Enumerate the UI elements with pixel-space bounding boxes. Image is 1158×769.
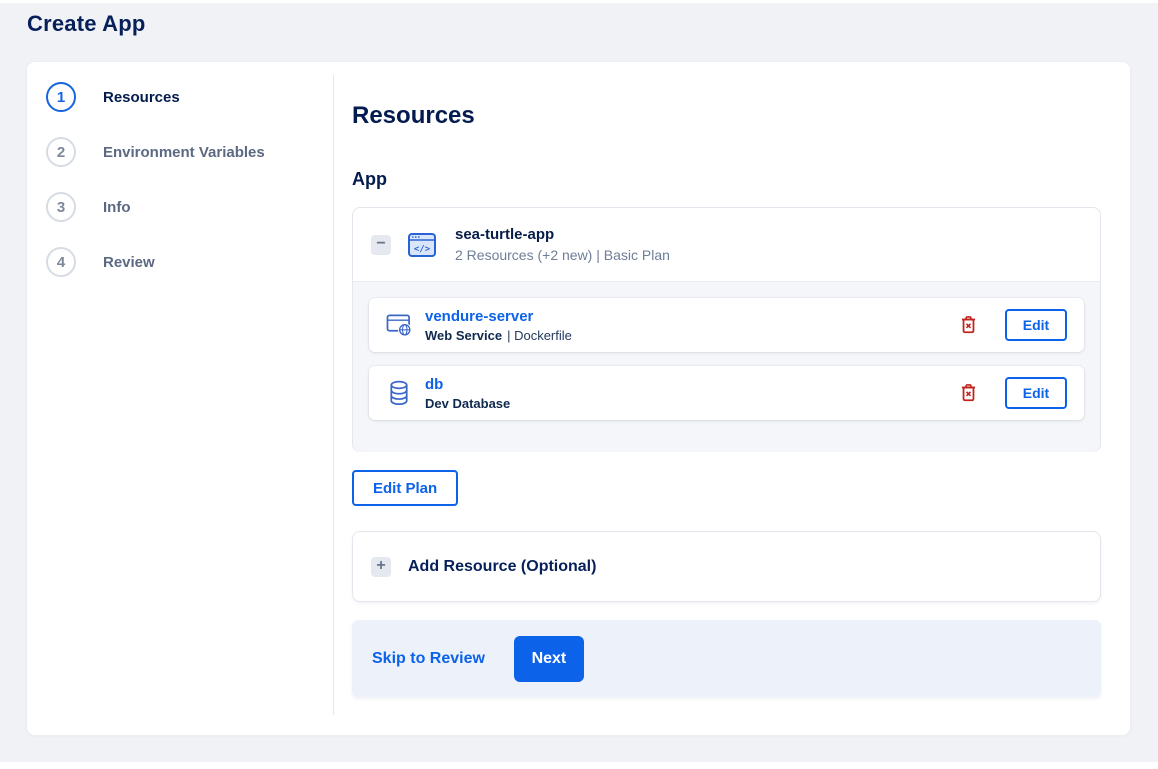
wizard-stepper: 1 Resources 2 Environment Variables 3 In…: [27, 62, 333, 735]
trash-icon: [961, 384, 976, 402]
step-environment-variables[interactable]: 2 Environment Variables: [46, 137, 265, 167]
step-info[interactable]: 3 Info: [46, 192, 131, 222]
edit-plan-button[interactable]: Edit Plan: [352, 470, 459, 506]
collapse-app-button[interactable]: −: [371, 234, 391, 255]
resource-text: vendure-server Web Service | Dockerfile: [425, 308, 572, 343]
step-1-circle: 1: [46, 82, 76, 112]
app-summary: 2 Resources (+2 new) | Basic Plan: [455, 247, 670, 263]
next-button[interactable]: Next: [513, 635, 584, 682]
resource-subtitle: Web Service | Dockerfile: [425, 328, 572, 343]
resource-text: db Dev Database: [425, 376, 515, 411]
resource-actions: Edit: [959, 377, 1084, 409]
resource-detail: | Dockerfile: [507, 327, 572, 343]
page-title: Create App: [27, 11, 146, 36]
skip-to-review-link[interactable]: Skip to Review: [372, 650, 485, 668]
app-card-header: − </> sea-turtle-app 2 Resources (+2 new…: [353, 208, 1100, 281]
edit-resource-button[interactable]: Edit: [1005, 377, 1067, 409]
trash-icon: [961, 316, 976, 334]
app-name: sea-turtle-app: [455, 226, 555, 243]
resource-row-vendure-server: vendure-server Web Service| Dockerfile: [369, 298, 1084, 352]
step-1-label: Resources: [103, 88, 180, 106]
edit-resource-button[interactable]: Edit: [1005, 309, 1067, 341]
app-section-label: App: [352, 169, 387, 189]
add-resource-label: Add Resource (Optional): [408, 557, 597, 575]
app-header-text: sea-turtle-app 2 Resources (+2 new) | Ba…: [455, 226, 670, 263]
step-3-circle: 3: [46, 192, 76, 222]
top-border-strip: [0, 0, 1158, 3]
bottom-border-strip: [0, 762, 1158, 769]
delete-resource-button[interactable]: [959, 382, 978, 404]
resource-type: Web Service: [425, 327, 503, 343]
step-2-circle: 2: [46, 137, 76, 167]
svg-text:</>: </>: [414, 244, 431, 254]
resource-name-link[interactable]: vendure-server: [425, 308, 572, 325]
step-3-label: Info: [103, 198, 131, 216]
resource-subtitle: Dev Database: [425, 396, 515, 411]
app-card: − </> sea-turtle-app 2 Resources (+2 new…: [352, 207, 1101, 452]
step-resources[interactable]: 1 Resources: [46, 82, 180, 112]
resource-name-link[interactable]: db: [425, 376, 515, 393]
delete-resource-button[interactable]: [959, 314, 978, 336]
resource-actions: Edit: [959, 309, 1084, 341]
step-4-label: Review: [103, 253, 155, 271]
create-app-wizard-card: 1 Resources 2 Environment Variables 3 In…: [27, 62, 1130, 735]
step-review[interactable]: 4 Review: [46, 247, 155, 277]
plus-icon: +: [371, 556, 391, 577]
resource-row-db: db Dev Database Edit: [369, 366, 1084, 420]
content-heading: Resources: [352, 102, 475, 129]
step-4-circle: 4: [46, 247, 76, 277]
step-2-label: Environment Variables: [103, 143, 265, 161]
database-icon: [383, 380, 415, 406]
web-service-icon: [383, 313, 415, 337]
resource-type: Dev Database: [425, 395, 511, 411]
app-code-icon: </>: [408, 232, 436, 257]
app-resources-list: vendure-server Web Service| Dockerfile: [353, 281, 1100, 452]
add-resource-button[interactable]: + Add Resource (Optional): [352, 531, 1101, 602]
wizard-footer: Skip to Review Next: [352, 620, 1101, 697]
stepper-divider: [333, 75, 334, 715]
